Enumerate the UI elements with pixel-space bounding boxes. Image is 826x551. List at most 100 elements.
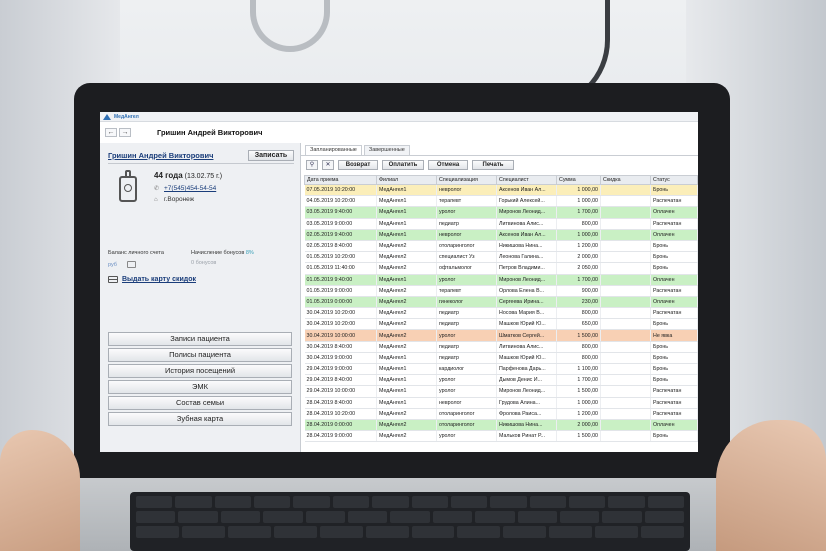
table-cell: МедАнгел2: [376, 251, 437, 264]
tab-completed[interactable]: Завершенные: [363, 145, 410, 155]
patient-name-link[interactable]: Гришин Андрей Викторович: [108, 151, 213, 160]
table-cell: МедАнгел2: [376, 318, 437, 331]
table-row[interactable]: 30.04.2019 10:20:00 МедАнгел2 педиатр Машко…: [304, 318, 698, 331]
column-header[interactable]: Специализация: [436, 175, 497, 185]
table-cell: Распечатан: [650, 285, 698, 297]
table-row[interactable]: 30.04.2019 9:00:00 МедАнгел1 педиатр Машков…: [304, 352, 698, 365]
tab-divider: [301, 155, 698, 156]
table-row[interactable]: 28.04.2019 9:00:00 МедАнгел2 уролог Мальков…: [304, 430, 698, 443]
table-cell: 29.04.2019 10:00:00: [304, 385, 377, 398]
table-cell: [600, 274, 651, 286]
table-cell: 1 000,00: [556, 195, 601, 208]
table-cell: 01.05.2019 9:40:00: [304, 274, 377, 286]
table-row[interactable]: 29.04.2019 9:00:00 МедАнгел1 кардиолог Парф…: [304, 363, 698, 376]
menu-patient-policies[interactable]: Полисы пациента: [108, 348, 292, 362]
table-cell: [600, 285, 651, 297]
print-button[interactable]: Печать: [472, 160, 514, 170]
table-cell: 28.04.2019 0:00:00: [304, 419, 377, 432]
menu-dental-chart[interactable]: Зубная карта: [108, 412, 292, 426]
discount-card-link[interactable]: Выдать карту скидок: [108, 276, 196, 283]
pay-button[interactable]: Оплатить: [382, 160, 424, 170]
cancel-button[interactable]: Отмена: [428, 160, 468, 170]
table-row[interactable]: 29.04.2019 8:40:00 МедАнгел1 уролог Дымов Д…: [304, 374, 698, 387]
column-header[interactable]: Скидка: [600, 175, 651, 185]
table-row[interactable]: 28.04.2019 8:40:00 МедАнгел1 невролог Грудо…: [304, 397, 698, 409]
table-row[interactable]: 02.05.2019 9:40:00 МедАнгел1 невролог Аксен…: [304, 229, 698, 241]
table-cell: Литвинова Алис...: [496, 218, 557, 230]
back-button[interactable]: ←: [105, 127, 117, 137]
table-row[interactable]: 28.04.2019 10:20:00 МедАнгел2 отоларинголо…: [304, 408, 698, 420]
table-cell: уролог: [436, 274, 497, 286]
table-cell: Никишова Нина...: [496, 240, 557, 253]
table-cell: 02.05.2019 8:40:00: [304, 240, 377, 253]
table-cell: уролог: [436, 206, 497, 219]
table-row[interactable]: 28.04.2019 0:00:00 МедАнгел2 отоларинголог…: [304, 419, 698, 432]
table-row[interactable]: 02.05.2019 8:40:00 МедАнгел2 отоларинголог…: [304, 240, 698, 253]
table-row[interactable]: 30.04.2019 10:00:00 МедАнгел2 уролог Шматко…: [304, 329, 698, 342]
menu-emk[interactable]: ЭМК: [108, 380, 292, 394]
table-cell: [600, 296, 651, 309]
table-row[interactable]: 04.05.2019 10:20:00 МедАнгел1 терапевт Горь…: [304, 195, 698, 208]
tab-bar: Запланированные Завершенные: [305, 145, 410, 155]
patient-panel: Гришин Андрей Викторович Записать 44 год…: [100, 143, 301, 452]
table-cell: [600, 307, 651, 320]
table-cell: 28.04.2019 10:20:00: [304, 408, 377, 420]
toolbar: ⚲ ✕ Возврат Оплатить Отмена Печать: [306, 160, 514, 170]
key-row: [136, 496, 685, 508]
table-row[interactable]: 03.05.2019 9:00:00 МедАнгел1 педиатр Литвин…: [304, 218, 698, 230]
record-button[interactable]: Записать: [248, 149, 294, 161]
wallet-icon[interactable]: [127, 261, 136, 268]
forward-button[interactable]: →: [119, 127, 131, 137]
table-cell: Распечатан: [650, 195, 698, 208]
table-cell: Распечатан: [650, 218, 698, 230]
column-header[interactable]: Филиал: [376, 175, 437, 185]
table-cell: [600, 240, 651, 253]
table-cell: невролог: [436, 229, 497, 241]
table-cell: МедАнгел2: [376, 296, 437, 309]
table-row[interactable]: 01.05.2019 11:40:00 МедАнгел2 офтальмолог П…: [304, 262, 698, 275]
title-bar: МедАнгел: [100, 112, 698, 122]
table-row[interactable]: 29.04.2019 10:00:00 МедАнгел1 уролог Мироно…: [304, 385, 698, 398]
phone-row[interactable]: ✆ +7(545)454-54-54: [154, 185, 216, 192]
clear-filter-icon[interactable]: ✕: [322, 160, 334, 170]
table-cell: Оплачен: [650, 296, 698, 309]
table-row[interactable]: 01.05.2019 10:20:00 МедАнгел2 специалист У…: [304, 251, 698, 264]
table-row[interactable]: 01.05.2019 9:00:00 МедАнгел2 терапевт Орлов…: [304, 285, 698, 297]
column-header[interactable]: Специалист: [496, 175, 557, 185]
table-row[interactable]: 01.05.2019 0:00:00 МедАнгел2 гинеколог Серг…: [304, 296, 698, 309]
appointments-panel: Запланированные Завершенные ⚲ ✕ Возврат …: [301, 143, 698, 452]
table-row[interactable]: 03.05.2019 9:40:00 МедАнгел1 уролог Миронов…: [304, 206, 698, 219]
table-cell: [600, 352, 651, 365]
table-cell: Бронь: [650, 262, 698, 275]
table-cell: МедАнгел1: [376, 374, 437, 387]
column-header[interactable]: Статус: [650, 175, 698, 185]
phone-number[interactable]: +7(545)454-54-54: [164, 185, 216, 192]
table-cell: 1 000,00: [556, 397, 601, 409]
table-cell: Леонова Галина...: [496, 251, 557, 264]
search-icon[interactable]: ⚲: [306, 160, 318, 170]
table-cell: 2 000,00: [556, 419, 601, 432]
table-cell: Мальков Ринат Р...: [496, 430, 557, 443]
table-cell: уролог: [436, 385, 497, 398]
table-cell: Петров Владими...: [496, 262, 557, 275]
menu-family[interactable]: Состав семьи: [108, 396, 292, 410]
table-cell: МедАнгел2: [376, 262, 437, 275]
table-row[interactable]: 07.05.2019 10:20:00 МедАнгел1 невролог Аксе…: [304, 184, 698, 197]
hand-right: [716, 420, 826, 551]
table-cell: 1 500,00: [556, 329, 601, 342]
return-button[interactable]: Возврат: [338, 160, 378, 170]
menu-visit-history[interactable]: История посещений: [108, 364, 292, 378]
column-header[interactable]: Сумма: [556, 175, 601, 185]
discount-card-label[interactable]: Выдать карту скидок: [122, 276, 196, 283]
table-cell: 01.05.2019 11:40:00: [304, 262, 377, 275]
column-header[interactable]: Дата приема: [304, 175, 377, 185]
key-row: [136, 511, 685, 523]
table-row[interactable]: 30.04.2019 8:40:00 МедАнгел2 педиатр Литвин…: [304, 341, 698, 353]
tab-planned[interactable]: Запланированные: [305, 145, 362, 155]
menu-patient-records[interactable]: Записи пациента: [108, 332, 292, 346]
table-cell: Распечатан: [650, 385, 698, 398]
table-row[interactable]: 01.05.2019 9:40:00 МедАнгел1 уролог Миронов…: [304, 274, 698, 286]
table-row[interactable]: 30.04.2019 10:20:00 МедАнгел2 педиатр Носов…: [304, 307, 698, 320]
table-cell: 1 500,00: [556, 385, 601, 398]
bonus-value: 0 бонусов: [191, 260, 217, 266]
